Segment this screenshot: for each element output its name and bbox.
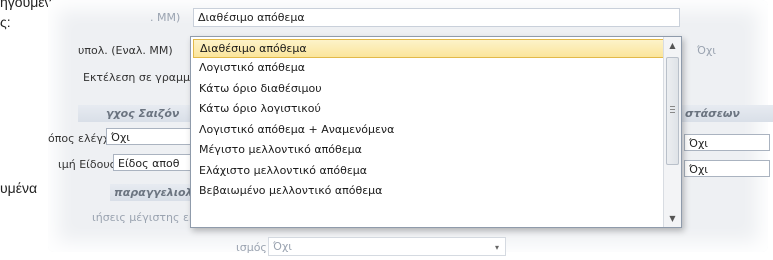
stock-type-combo[interactable]: Διαθέσιμο απόθεμα xyxy=(193,8,680,27)
doc-text-line-2: ς: xyxy=(0,14,11,30)
dropdown-option[interactable]: Κάτω όριο λογιστικού xyxy=(191,99,681,120)
grip-line xyxy=(670,112,675,113)
grip-line xyxy=(670,109,675,110)
right-faded-value: Όχι xyxy=(697,44,717,57)
max-exec-label: ιήσεις μέγιστης εκτ xyxy=(92,211,203,224)
right-combo-2-value: Όχι xyxy=(689,163,709,176)
dropdown-option[interactable]: Βεβαιωμένο μελλοντικό απόθεμα xyxy=(191,181,681,202)
control-method-value: Όχι xyxy=(111,131,131,144)
dropdown-option[interactable]: Λογιστικό απόθεμα xyxy=(191,58,681,79)
item-value-value: Είδος αποθ xyxy=(118,157,180,170)
bottom-row-label: ισμός xyxy=(236,241,267,254)
right-combo-1-value: Όχι xyxy=(689,137,709,150)
dropdown-option[interactable]: Διαθέσιμο απόθεμα xyxy=(193,39,679,58)
bottom-combo-value: Όχι xyxy=(273,240,293,253)
dropdown-option[interactable]: Κάτω όριο διαθέσιμου xyxy=(191,79,681,100)
scroll-down-icon[interactable]: ▼ xyxy=(664,210,681,227)
scrollbar-thumb[interactable] xyxy=(666,57,679,165)
section-order-taking: παραγγελιοληψία xyxy=(110,184,221,201)
right-combo-1[interactable]: Όχι xyxy=(684,134,770,151)
control-method-field[interactable]: Όχι xyxy=(106,128,192,145)
section-season-control-title: γχος Σαιζόν xyxy=(106,107,180,120)
item-value-field[interactable]: Είδος αποθ xyxy=(113,154,192,171)
stock-type-dropdown-list[interactable]: Διαθέσιμο απόθεμα Λογιστικό απόθεμα Κάτω… xyxy=(190,36,682,228)
row3-label: Εκτέλεση σε γραμμές xyxy=(83,71,203,84)
stock-type-combo-value: Διαθέσιμο απόθεμα xyxy=(198,11,305,24)
scroll-up-icon[interactable]: ▲ xyxy=(664,37,681,54)
section-right: στάσεων xyxy=(681,105,773,122)
item-value-label: ιμή Είδους xyxy=(58,158,117,171)
doc-text-line-3: υμένα xyxy=(0,180,38,196)
bottom-combo[interactable]: Όχι ▾ xyxy=(268,237,506,256)
dropdown-option[interactable]: Ελάχιστο μελλοντικό απόθεμα xyxy=(191,161,681,182)
right-combo-2[interactable]: Όχι xyxy=(684,160,770,177)
grip-line xyxy=(670,106,675,107)
row1-label: . ΜΜ) xyxy=(150,11,181,24)
section-right-title: στάσεων xyxy=(685,107,740,120)
dropdown-option[interactable]: Λογιστικό απόθεμα + Αναμενόμενα xyxy=(191,120,681,141)
dropdown-scrollbar[interactable]: ▲ ▼ xyxy=(663,37,681,227)
dropdown-option[interactable]: Μέγιστο μελλοντικό απόθεμα xyxy=(191,140,681,161)
chevron-down-icon[interactable]: ▾ xyxy=(495,239,499,256)
row2-label: υπολ. (Εναλ. ΜΜ) xyxy=(78,44,173,57)
